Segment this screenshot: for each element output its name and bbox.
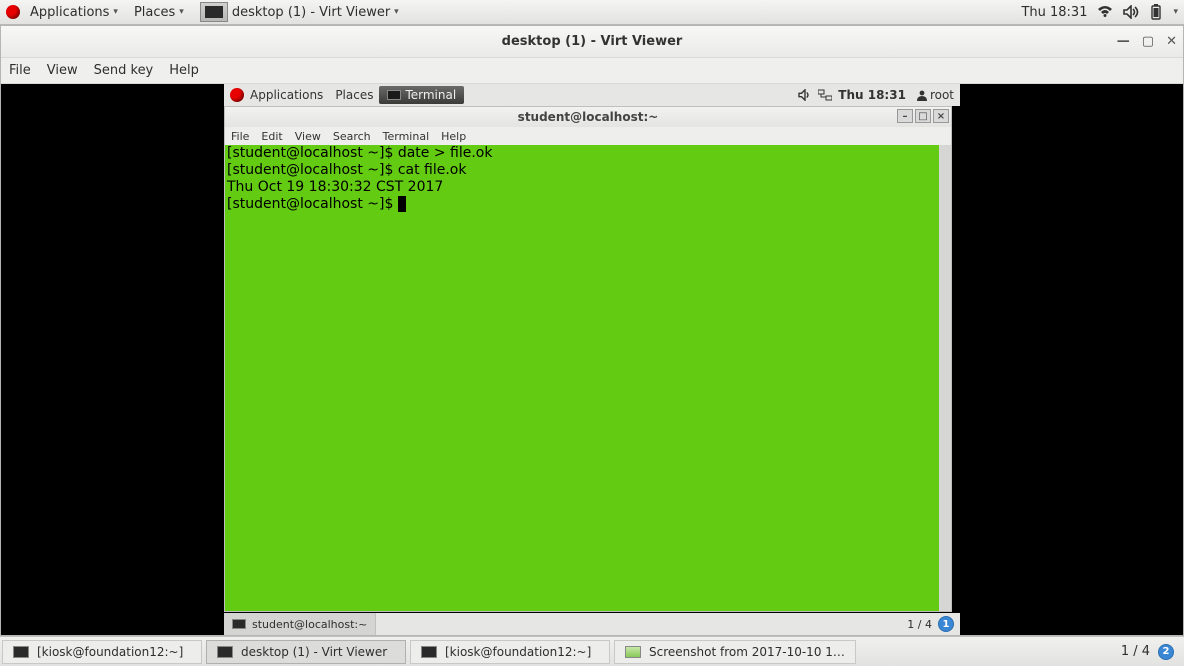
taskbar-item[interactable]: desktop (1) - Virt Viewer bbox=[206, 640, 406, 664]
term-menu-edit[interactable]: Edit bbox=[261, 130, 282, 143]
image-icon bbox=[625, 646, 641, 658]
applications-menu[interactable]: Applications ▾ bbox=[24, 3, 124, 22]
close-button[interactable]: ✕ bbox=[1166, 34, 1177, 49]
menu-sendkey[interactable]: Send key bbox=[94, 63, 154, 78]
distro-logo-icon bbox=[6, 5, 20, 19]
taskbar-label: [kiosk@foundation12:~] bbox=[37, 645, 183, 659]
vm-places-label: Places bbox=[335, 88, 373, 102]
places-label: Places bbox=[134, 5, 175, 20]
taskbar-item[interactable]: [kiosk@foundation12:~] bbox=[2, 640, 202, 664]
terminal-icon bbox=[421, 646, 437, 658]
terminal-titlebar[interactable]: student@localhost:~ – □ × bbox=[225, 107, 951, 127]
chevron-down-icon: ▾ bbox=[113, 7, 118, 17]
terminal-icon bbox=[13, 646, 29, 658]
taskbar-label: desktop (1) - Virt Viewer bbox=[241, 645, 387, 659]
vm-workspace-badge[interactable]: 1 bbox=[938, 616, 954, 632]
term-menu-view[interactable]: View bbox=[295, 130, 321, 143]
virt-viewer-display[interactable]: Applications Places Terminal Thu 18:31 r… bbox=[1, 84, 1183, 635]
terminal-window: student@localhost:~ – □ × File Edit View… bbox=[224, 106, 952, 612]
taskbar-label: [kiosk@foundation12:~] bbox=[445, 645, 591, 659]
virt-viewer-title: desktop (1) - Virt Viewer bbox=[502, 34, 683, 49]
active-window-label: desktop (1) - Virt Viewer bbox=[232, 5, 390, 20]
network-icon[interactable] bbox=[818, 89, 832, 101]
vm-bottom-panel: student@localhost:~ 1 / 4 1 bbox=[224, 613, 960, 635]
distro-logo-icon bbox=[230, 88, 244, 102]
minimize-button[interactable]: — bbox=[1117, 34, 1130, 49]
places-menu[interactable]: Places ▾ bbox=[128, 3, 190, 22]
wifi-icon[interactable] bbox=[1097, 5, 1113, 19]
term-menu-file[interactable]: File bbox=[231, 130, 249, 143]
vm-workspace-pager[interactable]: 1 / 4 1 bbox=[901, 616, 960, 632]
menu-file[interactable]: File bbox=[9, 63, 31, 78]
outer-pager-label: 1 / 4 bbox=[1121, 644, 1150, 659]
terminal-title: student@localhost:~ bbox=[518, 110, 659, 124]
maximize-button[interactable]: ▢ bbox=[1142, 34, 1154, 49]
terminal-scrollbar[interactable] bbox=[939, 145, 951, 611]
terminal-menubar: File Edit View Search Terminal Help bbox=[225, 127, 951, 145]
terminal-output[interactable]: [student@localhost ~]$ date > file.ok [s… bbox=[225, 145, 951, 611]
virt-viewer-titlebar[interactable]: desktop (1) - Virt Viewer — ▢ ✕ bbox=[1, 26, 1183, 58]
vm-places-menu[interactable]: Places bbox=[329, 88, 379, 102]
menu-help[interactable]: Help bbox=[169, 63, 199, 78]
close-button[interactable]: × bbox=[933, 109, 949, 123]
term-line: [student@localhost ~]$ cat file.ok bbox=[227, 162, 466, 178]
vm-applications-label: Applications bbox=[250, 88, 323, 102]
vm-top-panel: Applications Places Terminal Thu 18:31 r… bbox=[224, 84, 960, 106]
term-menu-search[interactable]: Search bbox=[333, 130, 371, 143]
user-icon bbox=[916, 89, 928, 101]
outer-workspace-pager[interactable]: 1 / 4 2 bbox=[1111, 644, 1184, 660]
terminal-icon bbox=[232, 619, 246, 629]
vm-applications-menu[interactable]: Applications bbox=[244, 88, 329, 102]
window-icon bbox=[200, 2, 228, 22]
volume-icon[interactable] bbox=[798, 89, 812, 101]
outer-top-panel: Applications ▾ Places ▾ desktop (1) - Virt… bbox=[0, 0, 1184, 25]
vm-pager-label: 1 / 4 bbox=[907, 618, 932, 631]
menu-view[interactable]: View bbox=[47, 63, 78, 78]
terminal-icon bbox=[387, 90, 401, 100]
minimize-button[interactable]: – bbox=[897, 109, 913, 123]
outer-workspace-badge[interactable]: 2 bbox=[1158, 644, 1174, 660]
term-menu-terminal[interactable]: Terminal bbox=[383, 130, 430, 143]
outer-bottom-panel: [kiosk@foundation12:~] desktop (1) - Vir… bbox=[0, 636, 1184, 666]
term-line: Thu Oct 19 18:30:32 CST 2017 bbox=[227, 179, 443, 195]
vm-active-window-button[interactable]: Terminal bbox=[379, 86, 464, 104]
user-menu-chevron-icon[interactable]: ▾ bbox=[1173, 7, 1178, 17]
vm-active-window-label: Terminal bbox=[405, 88, 456, 102]
clock[interactable]: Thu 18:31 bbox=[1021, 5, 1087, 20]
term-line: [student@localhost ~]$ date > file.ok bbox=[227, 145, 492, 161]
applications-label: Applications bbox=[30, 5, 109, 20]
term-menu-help[interactable]: Help bbox=[441, 130, 466, 143]
battery-icon[interactable] bbox=[1149, 4, 1163, 20]
vm-taskbar-item[interactable]: student@localhost:~ bbox=[224, 613, 376, 635]
vm-user-label[interactable]: root bbox=[928, 88, 954, 102]
chevron-down-icon: ▾ bbox=[394, 7, 399, 17]
virt-viewer-window: desktop (1) - Virt Viewer — ▢ ✕ File Vie… bbox=[0, 25, 1184, 636]
maximize-button[interactable]: □ bbox=[915, 109, 931, 123]
cursor-icon bbox=[398, 196, 406, 212]
taskbar-item[interactable]: Screenshot from 2017-10-10 1… bbox=[614, 640, 856, 664]
vm-taskbar-label: student@localhost:~ bbox=[252, 618, 367, 631]
taskbar-item[interactable]: [kiosk@foundation12:~] bbox=[410, 640, 610, 664]
term-line: [student@localhost ~]$ bbox=[227, 196, 398, 212]
volume-icon[interactable] bbox=[1123, 5, 1139, 19]
vm-clock[interactable]: Thu 18:31 bbox=[838, 88, 906, 102]
virt-viewer-menubar: File View Send key Help bbox=[1, 58, 1183, 84]
taskbar-label: Screenshot from 2017-10-10 1… bbox=[649, 645, 845, 659]
window-icon bbox=[217, 646, 233, 658]
chevron-down-icon: ▾ bbox=[179, 7, 184, 17]
window-list-active[interactable]: desktop (1) - Virt Viewer ▾ bbox=[194, 0, 405, 24]
